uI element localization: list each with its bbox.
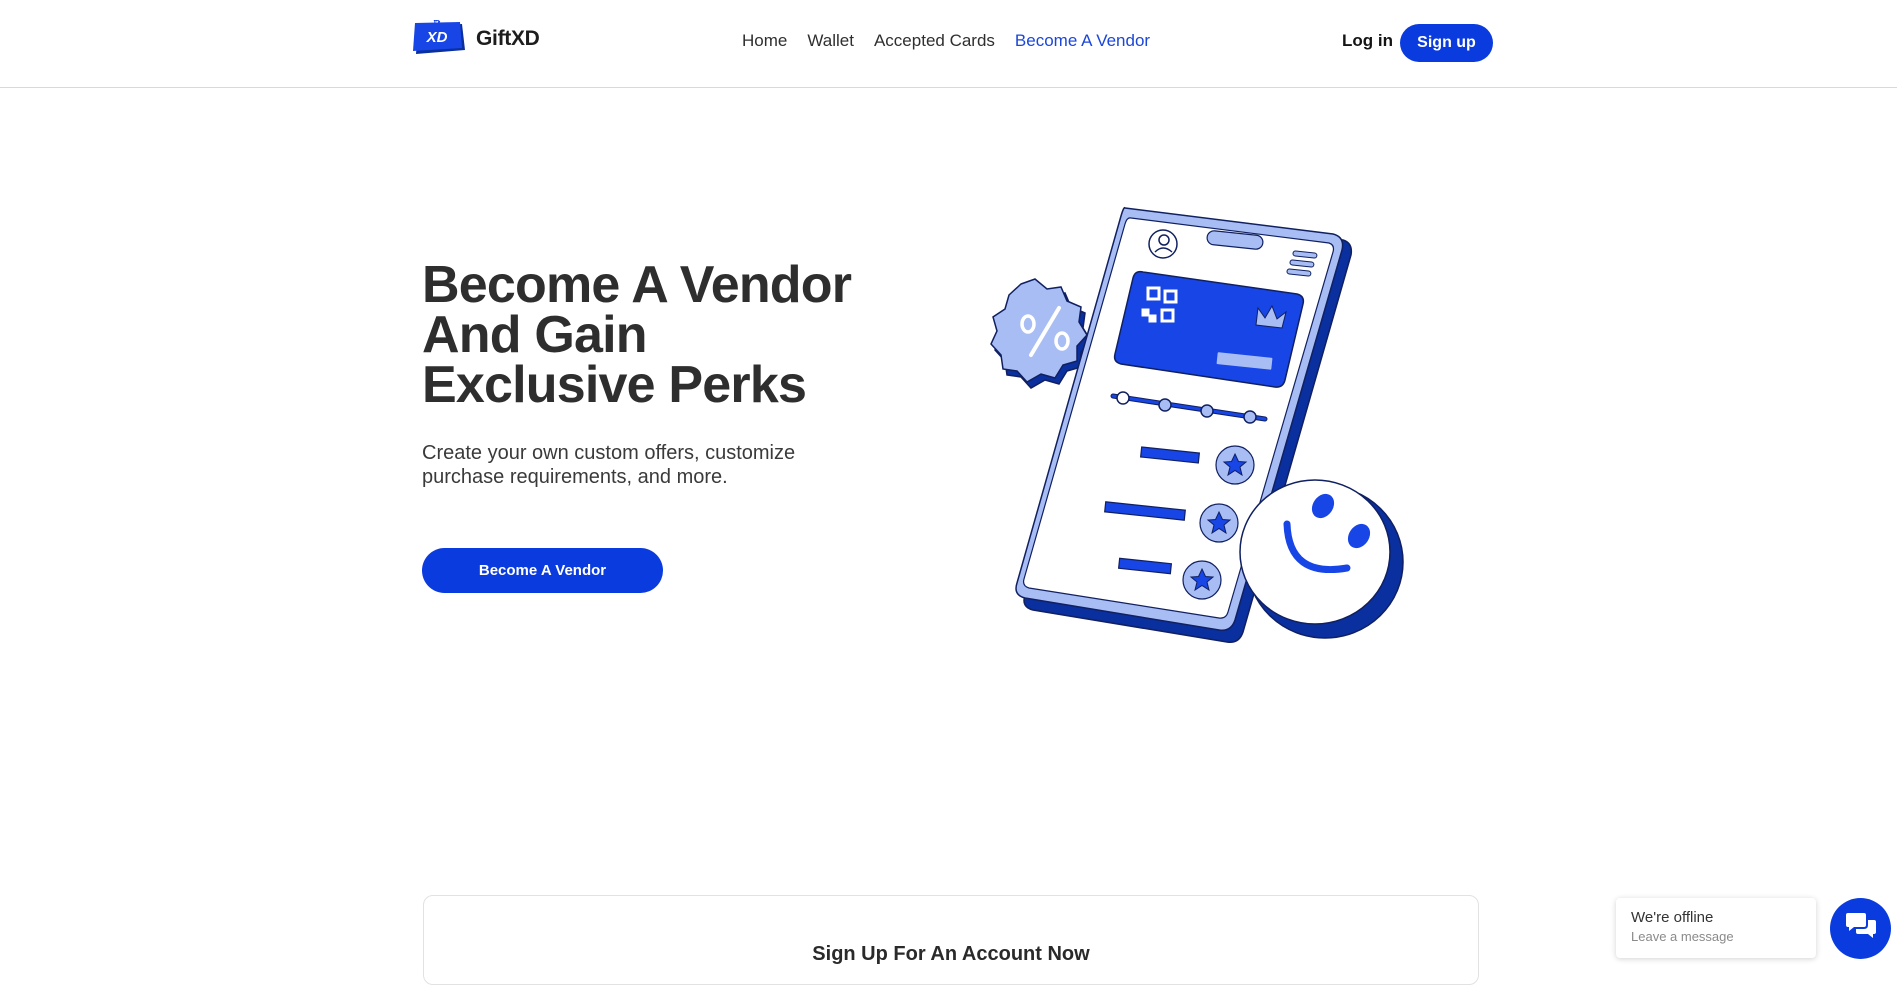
logo-text: GiftXD [476,27,540,50]
chat-leave-message: Leave a message [1631,929,1734,944]
logo-link[interactable]: XD GiftXD [412,19,540,58]
chat-status: We're offline [1631,909,1714,926]
nav-accepted-cards[interactable]: Accepted Cards [874,31,995,51]
hero-illustration [955,200,1415,650]
signup-button[interactable]: Sign up [1400,24,1493,62]
nav-become-a-vendor[interactable]: Become A Vendor [1015,31,1150,51]
hero-title: Become A Vendor And Gain Exclusive Perks [422,256,852,414]
main-nav: Home Wallet Accepted Cards Become A Vend… [742,31,1150,51]
site-header: XD GiftXD Home Wallet Accepted Cards Bec… [0,0,1897,88]
svg-text:XD: XD [426,29,448,46]
chat-offline-bubble[interactable]: We're offline Leave a message [1616,898,1816,958]
avatar-icon [1148,229,1178,259]
signup-card-title: Sign Up For An Account Now [812,943,1090,965]
chat-launcher-button[interactable] [1830,898,1891,959]
hero-subtitle: Create your own custom offers, customize… [422,442,796,488]
smiley-icon [1239,479,1404,639]
login-link[interactable]: Log in [1342,31,1393,51]
become-vendor-button[interactable]: Become A Vendor [422,548,663,593]
chat-icon [1844,912,1878,945]
nav-wallet[interactable]: Wallet [807,31,854,51]
percent-badge-icon [990,278,1092,389]
logo-badge-icon: XD [412,19,466,58]
nav-home[interactable]: Home [742,31,787,51]
signup-card: Sign Up For An Account Now [423,895,1479,985]
